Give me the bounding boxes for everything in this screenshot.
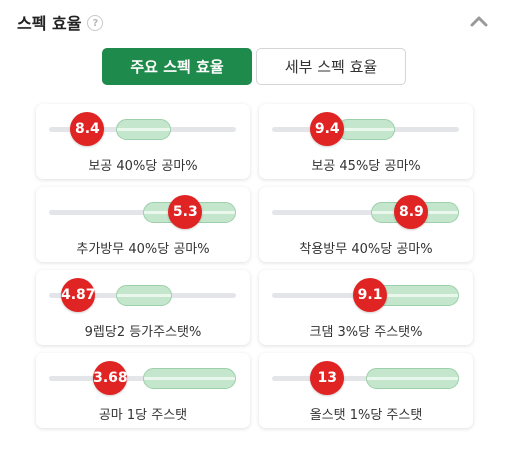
slider-range: [116, 119, 171, 140]
stat-label: 올스탯 1%당 주스탯: [309, 408, 423, 423]
stat-card: 13 올스탯 1%당 주스탯: [259, 353, 473, 428]
stat-card: 3.68 공마 1당 주스탯: [36, 353, 250, 428]
stat-card: 9.4 보공 45%당 공마%: [259, 104, 473, 179]
value-knob: 8.4: [70, 112, 105, 146]
stat-card: 9.1 크댐 3%당 주스탯%: [259, 270, 473, 345]
stat-grid: 8.4 보공 40%당 공마% 9.4 보공 45%당 공마% 5.3 추가방무 40%당…: [36, 104, 473, 428]
slider-range: [337, 119, 396, 140]
stat-card: 4.87 9렙당2 등가주스탯%: [36, 270, 250, 345]
section-header: 스펙 효율 ?: [17, 10, 491, 34]
stat-label: 착용방무 40%당 공마%: [299, 242, 433, 257]
stat-label: 크댐 3%당 주스탯%: [309, 325, 423, 340]
stat-label: 보공 45%당 공마%: [311, 159, 421, 174]
value-knob: 4.87: [61, 278, 96, 312]
slider-range: [142, 368, 236, 389]
value-knob: 5.3: [168, 195, 203, 229]
detail-spec-button[interactable]: 세부 스펙 효율: [256, 48, 406, 85]
value-knob: 9.1: [353, 278, 388, 312]
stat-card: 8.4 보공 40%당 공마%: [36, 104, 250, 179]
value-knob: 3.68: [93, 361, 128, 395]
chevron-up-icon[interactable]: [469, 12, 489, 30]
stat-label: 보공 40%당 공마%: [88, 159, 198, 174]
stat-card: 5.3 추가방무 40%당 공마%: [36, 187, 250, 262]
help-icon[interactable]: ?: [87, 15, 104, 31]
stat-card: 8.9 착용방무 40%당 공마%: [259, 187, 473, 262]
value-knob: 8.9: [394, 195, 429, 229]
spec-toggle: 주요 스펙 효율 세부 스펙 효율: [102, 48, 406, 85]
value-knob: 13: [310, 361, 345, 395]
stat-label: 공마 1당 주스탯: [98, 408, 188, 423]
main-spec-button[interactable]: 주요 스펙 효율: [102, 48, 252, 85]
stat-label: 추가방무 40%당 공마%: [76, 242, 210, 257]
slider-range: [116, 285, 173, 306]
slider-range: [365, 368, 459, 389]
section-title: 스펙 효율: [17, 14, 82, 33]
value-knob: 9.4: [310, 112, 345, 146]
stat-label: 9렙당2 등가주스탯%: [84, 325, 202, 340]
